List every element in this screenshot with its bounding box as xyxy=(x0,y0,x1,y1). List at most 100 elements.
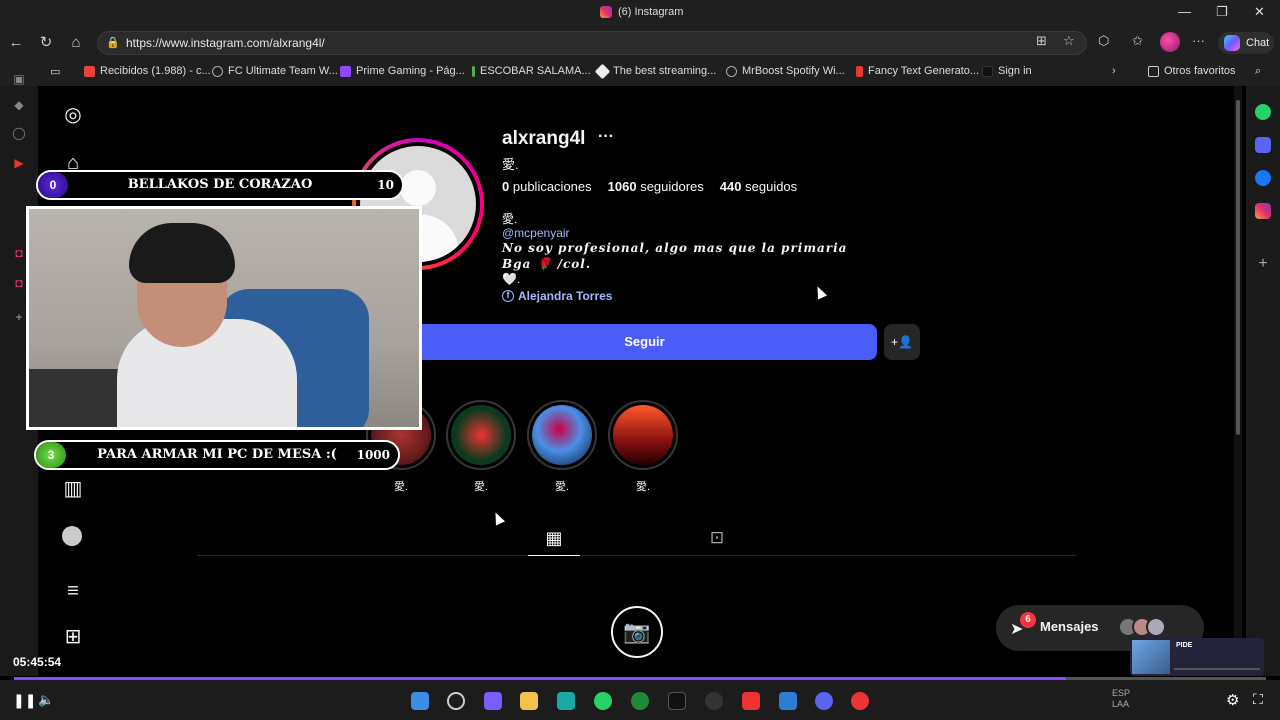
video-progress-fill xyxy=(14,677,1066,680)
instagram-tab-icon[interactable]: ◘ xyxy=(12,276,26,290)
minimize-icon[interactable]: — xyxy=(1178,4,1191,19)
edge-icon[interactable] xyxy=(557,692,575,710)
tab-actions-icon[interactable]: ▣ xyxy=(12,72,26,86)
message-avatars xyxy=(1118,617,1166,637)
facebook-profile-link[interactable]: f Alejandra Torres xyxy=(502,289,612,303)
app-icon[interactable]: ⊞ xyxy=(1036,33,1047,49)
windows-start-icon[interactable] xyxy=(411,692,429,710)
stream-goal-top: BELLAKOS DE CORAZAO 0 10 xyxy=(36,170,404,200)
tab-posts-grid-icon[interactable]: ▦ xyxy=(528,526,580,556)
chrome-icon[interactable] xyxy=(631,692,649,710)
highlight-label: 愛. xyxy=(393,481,409,493)
search-icon[interactable] xyxy=(447,692,465,710)
tab-tagged-icon[interactable]: ⊡ xyxy=(702,526,732,554)
instagram-favicon-icon xyxy=(600,6,612,18)
app-icon[interactable] xyxy=(742,692,760,710)
bookmarks-overflow-icon[interactable]: › xyxy=(1112,65,1116,77)
dashboard-icon[interactable]: ▥ xyxy=(62,478,84,500)
app-icon[interactable] xyxy=(779,692,797,710)
pause-icon[interactable]: ❚❚ xyxy=(13,692,36,709)
goal-max: 1000 xyxy=(356,448,390,462)
discord-icon[interactable] xyxy=(1255,137,1271,153)
bookmark-fancy-text[interactable]: Fancy Text Generato... xyxy=(856,65,979,77)
favorites-icon[interactable]: ✩ xyxy=(1132,33,1143,49)
fancy-text-icon xyxy=(856,65,863,77)
story-highlight[interactable] xyxy=(608,400,678,470)
fullscreen-icon[interactable]: ⛶ xyxy=(1253,691,1263,708)
bookmark-sign-in[interactable]: Sign in xyxy=(982,65,1032,77)
globe-icon[interactable]: ◯ xyxy=(12,126,26,140)
window-title: (6) Instagram xyxy=(600,6,683,18)
follow-button[interactable]: Seguir xyxy=(412,324,877,360)
facebook-icon: f xyxy=(502,290,514,302)
bookmark-escobar[interactable]: ESCOBAR SALAMA... xyxy=(472,65,591,77)
bookmarks-bar: ▭ Recibidos (1.988) - c... FC Ultimate T… xyxy=(0,58,1280,86)
reading-list-icon[interactable]: ▭ xyxy=(50,65,60,78)
folder-icon xyxy=(1148,65,1159,77)
menu-icon[interactable]: ≡ xyxy=(62,580,84,602)
whatsapp-icon[interactable] xyxy=(1255,104,1271,120)
address-toolbar: ← ↻ ⌂ 🔒 https://www.instagram.com/alxran… xyxy=(0,28,1280,58)
copilot-icon xyxy=(1224,35,1240,51)
bookmark-streaming[interactable]: The best streaming... xyxy=(594,63,716,79)
camera-icon: 📷 xyxy=(611,606,663,658)
bookmark-gmail[interactable]: Recibidos (1.988) - c... xyxy=(84,65,211,77)
settings-gear-icon[interactable]: ⚙ xyxy=(1226,691,1239,709)
bio-line: 𝑩𝒈𝒂 🌹 /𝒄𝒐𝒍. xyxy=(502,257,592,271)
highlight-label: 愛. xyxy=(473,481,489,493)
whatsapp-icon[interactable] xyxy=(594,692,612,710)
instagram-logo-icon[interactable]: ◎ xyxy=(62,104,84,126)
url-input[interactable]: 🔒 https://www.instagram.com/alxrang4l/ xyxy=(97,31,1087,55)
followers-stat[interactable]: 1060 seguidores xyxy=(608,179,704,194)
copilot-chat-button[interactable]: Chat xyxy=(1218,32,1274,54)
bio-mention-link[interactable]: @mcpenyair xyxy=(502,226,570,240)
video-preview-clip[interactable]: PIDE xyxy=(1130,638,1264,676)
reload-icon[interactable]: ↻ xyxy=(36,33,56,53)
youtube-icon[interactable]: ▶ xyxy=(12,156,26,170)
maximize-icon[interactable]: ❐ xyxy=(1216,4,1228,20)
stream-goal-bottom: PARA ARMAR MI PC DE MESA :( 3 1000 xyxy=(34,440,400,470)
bookmark-fc-ultimate[interactable]: FC Ultimate Team W... xyxy=(212,65,338,77)
extensions-icon[interactable]: ⬡ xyxy=(1098,33,1109,49)
sidebar-app-icon[interactable]: ◆ xyxy=(12,98,26,112)
add-sidebar-app-icon[interactable]: + xyxy=(1255,256,1271,272)
app-icon[interactable] xyxy=(705,692,723,710)
back-icon[interactable]: ← xyxy=(6,33,26,53)
tabs-divider xyxy=(197,555,1077,556)
story-highlight[interactable] xyxy=(527,400,597,470)
home-icon[interactable]: ⌂ xyxy=(66,33,86,53)
sign-in-icon xyxy=(982,65,993,77)
instagram-tab-icon[interactable]: ◘ xyxy=(12,246,26,260)
discord-icon[interactable] xyxy=(815,692,833,710)
bookmark-mrboost[interactable]: MrBoost Spotify Wi... xyxy=(726,65,845,77)
volume-icon[interactable]: 🔈 xyxy=(38,692,54,708)
tiktok-icon[interactable] xyxy=(668,692,686,710)
browser-profile-avatar[interactable] xyxy=(1160,32,1180,52)
youtube-icon[interactable] xyxy=(851,692,869,710)
more-options-icon[interactable]: ··· xyxy=(1192,33,1205,48)
browser-right-sidebar: + xyxy=(1246,86,1280,676)
page-scrollbar[interactable] xyxy=(1234,86,1242,676)
bio-line: 愛. xyxy=(502,212,518,226)
profile-options-icon[interactable]: ··· xyxy=(598,128,614,146)
facebook-icon[interactable] xyxy=(1255,170,1271,186)
suggested-accounts-icon[interactable]: +👤 xyxy=(884,324,920,360)
add-tab-icon[interactable]: + xyxy=(12,310,26,324)
highlight-label: 愛. xyxy=(554,481,570,493)
instagram-icon[interactable] xyxy=(1255,203,1271,219)
following-stat[interactable]: 440 seguidos xyxy=(720,179,797,194)
file-explorer-icon[interactable] xyxy=(520,692,538,710)
other-favorites-folder[interactable]: Otros favoritos xyxy=(1148,65,1236,77)
close-icon[interactable]: ✕ xyxy=(1254,4,1265,20)
posts-stat[interactable]: 0 publicaciones xyxy=(502,179,592,194)
video-progress-bar[interactable] xyxy=(14,677,1266,680)
system-tray-language[interactable]: ESP LAA xyxy=(1112,688,1130,710)
story-highlight[interactable] xyxy=(446,400,516,470)
search-icon[interactable]: ⌕ xyxy=(1255,65,1261,78)
apps-grid-icon[interactable]: ⊞ xyxy=(62,626,84,648)
app-icon[interactable] xyxy=(484,692,502,710)
unread-badge: 6 xyxy=(1020,612,1036,628)
profile-avatar[interactable] xyxy=(62,526,82,546)
bookmark-prime-gaming[interactable]: Prime Gaming - Pág... xyxy=(340,65,465,77)
favorite-star-icon[interactable]: ☆ xyxy=(1063,33,1075,49)
